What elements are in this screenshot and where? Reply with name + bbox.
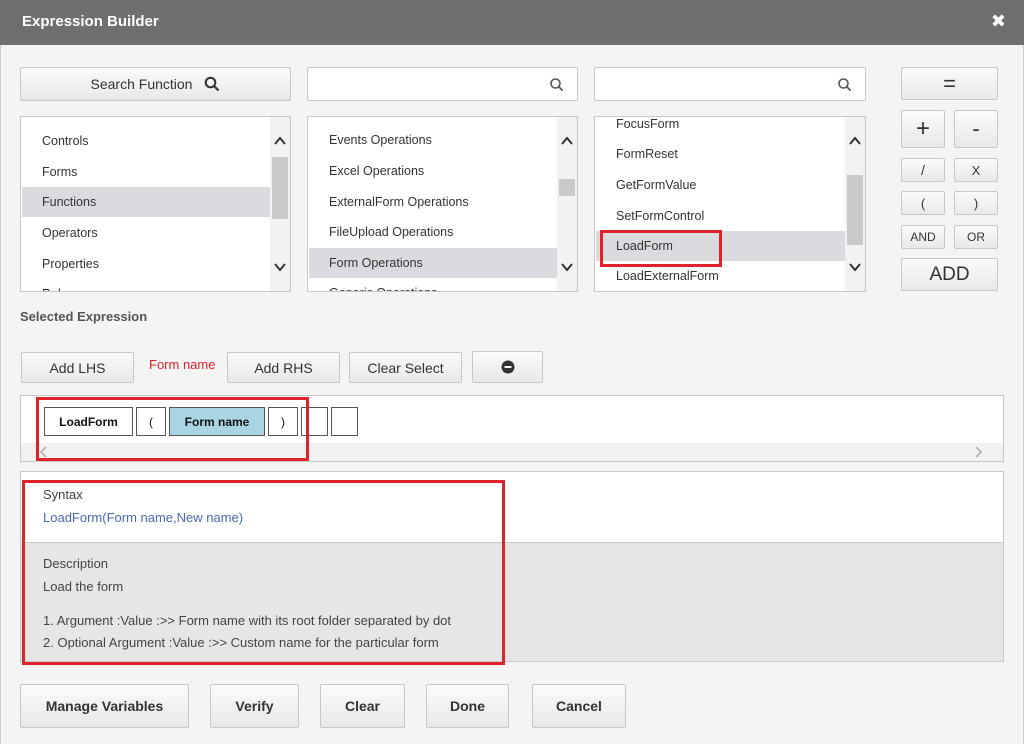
highlight-box — [600, 230, 722, 267]
or-button[interactable]: OR — [954, 225, 998, 249]
list-item[interactable]: Events Operations — [309, 125, 559, 155]
scrollbar[interactable] — [845, 117, 865, 291]
token-empty[interactable] — [331, 407, 358, 436]
chevron-right-icon[interactable] — [973, 446, 983, 458]
clear-button[interactable]: Clear — [320, 684, 405, 728]
open-paren-button[interactable]: ( — [901, 191, 945, 215]
list-item[interactable]: Controls — [22, 126, 272, 156]
operation-search-input[interactable] — [307, 67, 578, 101]
list-item[interactable]: GetFormValue — [596, 170, 847, 200]
list-item[interactable]: ExternalForm Operations — [309, 187, 559, 217]
scrollbar-thumb[interactable] — [559, 179, 575, 196]
hint-text: Form name — [149, 357, 216, 372]
scrollbar[interactable] — [270, 117, 290, 291]
list-item[interactable]: Properties — [22, 249, 272, 279]
chevron-down-icon[interactable] — [559, 259, 575, 275]
search-icon[interactable] — [549, 77, 565, 93]
add-rhs-button[interactable]: Add RHS — [227, 352, 340, 383]
divide-button[interactable]: / — [901, 158, 945, 182]
list-item[interactable]: SetFormControl — [596, 201, 847, 231]
search-icon[interactable] — [837, 77, 853, 93]
minus-circle-icon — [501, 360, 514, 374]
remove-button[interactable] — [472, 351, 543, 383]
add-button[interactable]: ADD — [901, 258, 998, 291]
chevron-up-icon[interactable] — [847, 133, 863, 149]
equals-button[interactable]: = — [901, 67, 998, 100]
list-item[interactable]: Forms — [22, 157, 272, 187]
close-icon[interactable]: ✖ — [991, 11, 1006, 32]
search-icon — [205, 76, 220, 92]
list-item[interactable]: FocusForm — [596, 117, 847, 139]
add-lhs-button[interactable]: Add LHS — [21, 352, 134, 383]
and-button[interactable]: AND — [901, 225, 945, 249]
operation-list[interactable]: Events Operations Excel Operations Exter… — [307, 116, 578, 292]
search-function-button[interactable]: Search Function — [20, 67, 291, 101]
highlight-box — [22, 480, 505, 665]
chevron-down-icon[interactable] — [272, 259, 288, 275]
selected-expression-label: Selected Expression — [20, 309, 148, 324]
chevron-up-icon[interactable] — [272, 133, 288, 149]
list-item[interactable]: Operators — [22, 218, 272, 248]
function-search-input[interactable] — [594, 67, 866, 101]
list-item[interactable]: FormReset — [596, 139, 847, 169]
dialog-title: Expression Builder — [22, 13, 159, 30]
scrollbar[interactable] — [557, 117, 577, 291]
list-item[interactable]: Functions — [22, 187, 272, 217]
done-button[interactable]: Done — [426, 684, 509, 728]
close-paren-button[interactable]: ) — [954, 191, 998, 215]
search-function-label: Search Function — [90, 76, 193, 92]
list-item[interactable]: Form Operations — [309, 248, 559, 278]
highlight-box — [36, 397, 309, 461]
list-item[interactable]: FileUpload Operations — [309, 217, 559, 247]
chevron-up-icon[interactable] — [559, 133, 575, 149]
list-item[interactable]: Rules — [22, 279, 272, 291]
list-item[interactable]: Excel Operations — [309, 156, 559, 186]
chevron-down-icon[interactable] — [847, 259, 863, 275]
plus-button[interactable]: + — [901, 110, 945, 148]
list-item[interactable]: Generic Operations — [309, 278, 559, 291]
cancel-button[interactable]: Cancel — [532, 684, 626, 728]
verify-button[interactable]: Verify — [210, 684, 299, 728]
scrollbar-thumb[interactable] — [847, 175, 863, 245]
clear-select-button[interactable]: Clear Select — [349, 352, 462, 383]
category-list[interactable]: Controls Forms Functions Operators Prope… — [20, 116, 291, 292]
manage-variables-button[interactable]: Manage Variables — [20, 684, 189, 728]
multiply-button[interactable]: X — [954, 158, 998, 182]
scrollbar-thumb[interactable] — [272, 157, 288, 219]
minus-button[interactable]: - — [954, 110, 998, 148]
